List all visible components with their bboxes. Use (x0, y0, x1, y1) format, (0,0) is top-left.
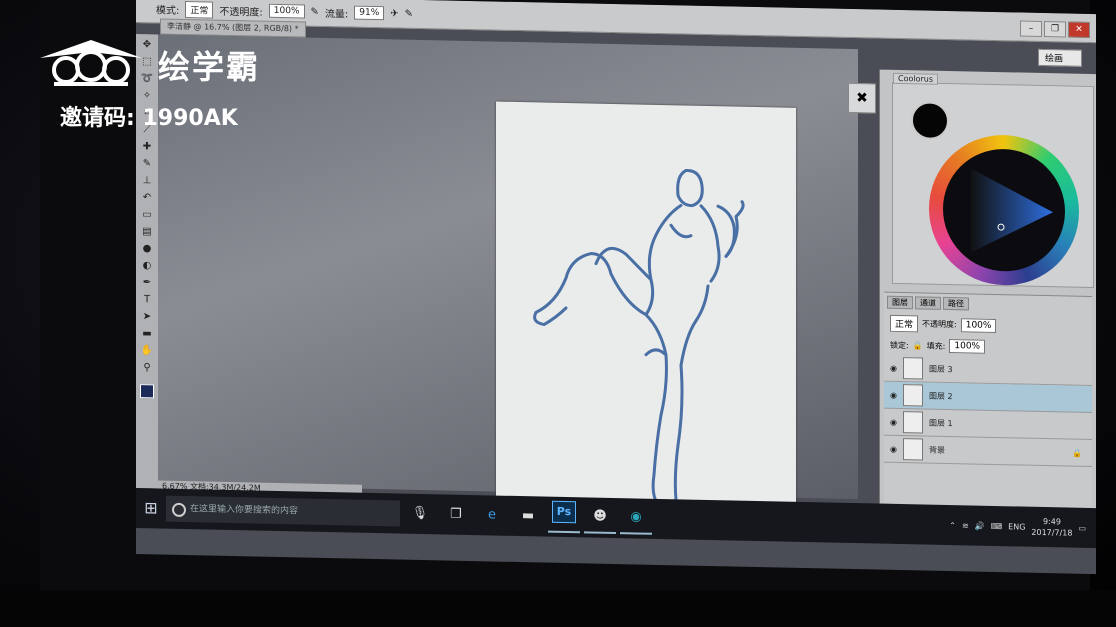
hand-icon[interactable]: ✋ (139, 344, 155, 358)
network-icon[interactable]: ≋ (962, 521, 969, 530)
eraser-icon[interactable]: ▭ (139, 208, 155, 222)
color-wheel[interactable] (929, 133, 1079, 287)
flow-input[interactable]: 91% (354, 5, 385, 21)
tab-paths[interactable]: 路径 (943, 296, 969, 311)
invite-code: 邀请码: 1990AK (60, 106, 238, 131)
volume-icon[interactable]: 🔊 (975, 521, 985, 530)
restore-icon[interactable]: ❐ (1044, 21, 1066, 38)
layer-opacity-input[interactable]: 100% (960, 317, 997, 333)
watermark-logo: 绘学霸 (36, 36, 306, 90)
taskbar-search-input[interactable]: 在这里输入你要搜索的内容 (166, 495, 400, 527)
layer-row[interactable]: ◉ 图层 3 (884, 354, 1092, 387)
close-icon[interactable]: ✕ (1068, 21, 1090, 38)
layers-panel: 图层 通道 路径 正常 不透明度: 100% 锁定: 🔒 填充: 100% ◉ (884, 291, 1092, 538)
keyboard-icon[interactable]: ⌨ (991, 521, 1003, 530)
visibility-eye-icon[interactable]: ◉ (890, 444, 897, 453)
visibility-eye-icon[interactable]: ◉ (890, 390, 897, 399)
shape-icon[interactable]: ▬ (139, 327, 155, 341)
layer-name: 图层 1 (928, 418, 953, 428)
layer-row[interactable]: ◉ 图层 1 (884, 408, 1092, 441)
gradient-icon[interactable]: ▤ (139, 225, 155, 239)
task-view-icon[interactable]: ❐ (440, 499, 472, 530)
zoom-icon[interactable]: ⚲ (139, 361, 155, 375)
pressure-size-icon[interactable]: ✎ (405, 8, 413, 19)
type-icon[interactable]: T (139, 293, 155, 307)
fill-label: 填充: (926, 341, 946, 351)
clock-time: 9:49 (1042, 516, 1061, 527)
brand-name: 绘学霸 (158, 48, 261, 86)
right-panels: ✖ Coolorus 图层 通道 路径 正常 不透明度: 100% 锁定: 🔒 … (848, 69, 1096, 545)
brush-settings-icon[interactable]: ✖ (848, 82, 876, 114)
layer-opacity-label: 不透明度: (922, 319, 957, 330)
window-controls: – ❐ ✕ (1020, 20, 1090, 38)
current-color-swatch[interactable] (911, 101, 949, 141)
layer-thumbnail (902, 384, 923, 407)
clock[interactable]: 9:49 2017/7/18 (1031, 516, 1072, 539)
color-triangle-area[interactable] (943, 147, 1065, 273)
layer-name: 图层 2 (928, 391, 953, 401)
windows-start-icon[interactable]: ⊞ (136, 493, 166, 524)
opacity-input[interactable]: 100% (268, 3, 305, 19)
figure-sketch (533, 169, 745, 509)
layer-thumbnail (902, 411, 923, 434)
edge-browser-icon[interactable]: e (476, 500, 508, 531)
layer-row[interactable]: ◉ 背景 🔒 (884, 435, 1092, 468)
layer-row-selected[interactable]: ◉ 图层 2 (884, 381, 1092, 414)
dodge-icon[interactable]: ◐ (139, 259, 155, 273)
language-indicator[interactable]: ENG (1008, 522, 1025, 531)
mode-select[interactable]: 正常 (185, 0, 214, 19)
foreground-color-swatch[interactable] (140, 384, 154, 399)
canvas-area (158, 34, 858, 533)
layer-thumbnail (902, 438, 923, 461)
path-icon[interactable]: ➤ (139, 310, 155, 324)
workspace-select[interactable]: 绘画 (1037, 48, 1082, 67)
visibility-eye-icon[interactable]: ◉ (890, 363, 897, 372)
opacity-label: 不透明度: (219, 6, 263, 19)
flow-label: 流量: (324, 8, 349, 20)
fill-input[interactable]: 100% (949, 339, 986, 354)
figure-head (676, 169, 704, 208)
microphone-icon[interactable]: 🎙 (404, 499, 436, 530)
blur-icon[interactable]: ● (139, 242, 155, 256)
desk-surface (0, 590, 1116, 627)
system-tray: ⌃ ≋ 🔊 ⌨ ENG 9:49 2017/7/18 ▭ (886, 504, 1096, 548)
tab-channels[interactable]: 通道 (915, 296, 941, 310)
pen-icon[interactable]: ✒ (139, 276, 155, 290)
tab-layers[interactable]: 图层 (887, 295, 913, 310)
notifications-icon[interactable]: ▭ (1078, 523, 1086, 532)
airbrush-icon[interactable]: ✈ (390, 8, 398, 19)
layer-name: 图层 3 (928, 364, 953, 374)
photoshop-taskbar-icon[interactable]: Ps (548, 500, 580, 534)
minimize-icon[interactable]: – (1020, 20, 1042, 37)
app-mascot-icon[interactable]: ☻ (584, 501, 616, 535)
history-icon[interactable]: ↶ (139, 191, 155, 205)
layer-name: 背景 (928, 445, 945, 455)
clock-date: 2017/7/18 (1031, 527, 1073, 538)
visibility-eye-icon[interactable]: ◉ (890, 417, 897, 426)
heal-icon[interactable]: ✚ (139, 140, 155, 154)
background-lock-icon: 🔒 (1072, 448, 1082, 458)
chat-app-icon[interactable]: ◉ (620, 502, 652, 535)
blend-mode-select[interactable]: 正常 (890, 314, 919, 333)
lock-icon[interactable]: 🔒 (913, 341, 923, 350)
lock-label: 锁定: (890, 340, 909, 350)
coolorus-tab[interactable]: Coolorus (893, 72, 939, 85)
chevron-up-icon[interactable]: ⌃ (949, 521, 956, 530)
layer-thumbnail (902, 357, 923, 380)
brush-icon[interactable]: ✎ (139, 157, 155, 171)
sticky-app-icon[interactable]: ▬ (512, 501, 544, 532)
document-canvas[interactable] (496, 101, 796, 533)
color-triangle[interactable] (943, 148, 1065, 273)
stamp-icon[interactable]: ⊥ (139, 174, 155, 188)
cloud-logo-icon (40, 40, 142, 86)
coolorus-panel: Coolorus (892, 72, 1094, 289)
pressure-opacity-icon[interactable]: ✎ (311, 6, 319, 17)
mode-label: 模式: (156, 4, 180, 17)
